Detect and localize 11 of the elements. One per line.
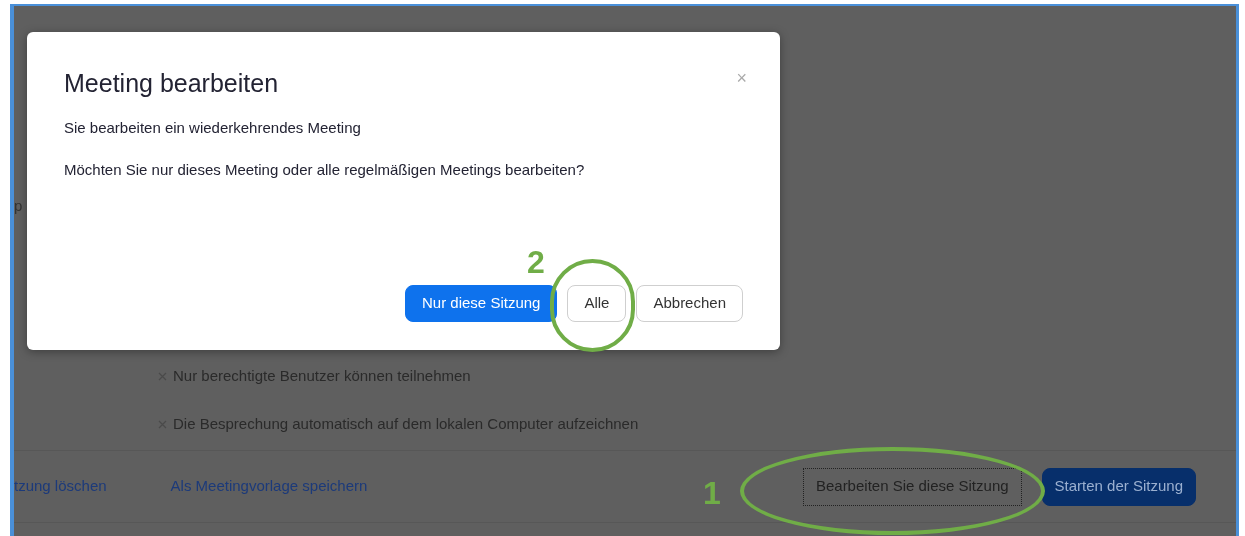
step-number: 1	[703, 476, 721, 510]
dialog-question: Möchten Sie nur dieses Meeting oder alle regelmäßigen Meetings bearbeiten?	[64, 160, 586, 180]
dialog-button[interactable]: Nur diese Sitzung	[405, 285, 558, 322]
close-button[interactable]: ×	[736, 68, 747, 88]
dialog-button[interactable]: Alle	[567, 285, 627, 322]
dialog-button[interactable]: Abbrechen	[636, 285, 743, 322]
step-number: 2	[527, 245, 545, 279]
footer-button[interactable]: Bearbeiten Sie diese Sitzung	[802, 467, 1022, 506]
dialog-message: Sie bearbeiten ein wiederkehrendes Meeting	[64, 118, 362, 138]
dialog-title: Meeting bearbeiten	[64, 68, 279, 99]
footer-button[interactable]: Starten der Sitzung	[1041, 467, 1196, 506]
